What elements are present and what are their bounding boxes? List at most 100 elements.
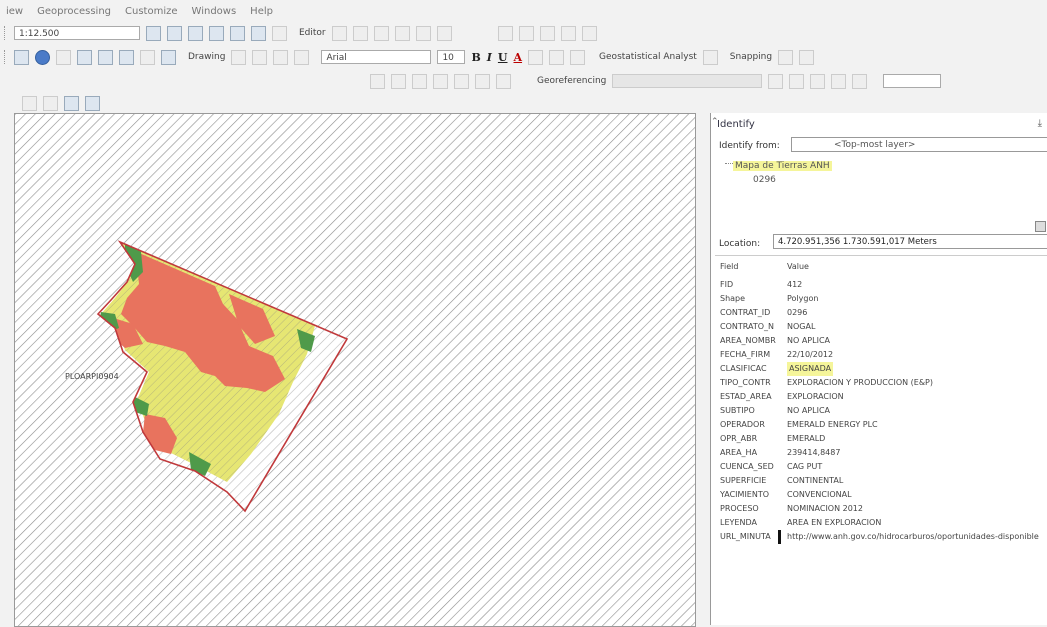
search-combo[interactable]	[883, 74, 942, 88]
bold-button[interactable]: B	[471, 51, 480, 64]
point-snapping-icon[interactable]	[778, 49, 794, 65]
table-row[interactable]: SUPERFICIE CONTINENTAL	[715, 474, 1047, 488]
table-row[interactable]: PROCESO NOMINACION 2012	[715, 502, 1047, 516]
rotate-icon[interactable]	[252, 49, 268, 65]
identify-icon[interactable]	[35, 49, 50, 65]
find-icon[interactable]	[56, 49, 71, 65]
table-row[interactable]: AREA_HA 239414,8487	[715, 446, 1047, 460]
drawing-menu[interactable]: Drawing	[188, 52, 225, 62]
table-row[interactable]: CONTRAT_ID 0296	[715, 306, 1047, 320]
table-row[interactable]: AREA_NOMBR NO APLICA	[715, 334, 1047, 348]
table-row[interactable]: CONTRATO_N NOGAL	[715, 320, 1047, 334]
pin-icon[interactable]: ⤓	[1038, 118, 1042, 129]
menu-geoprocessing[interactable]: Geoprocessing	[37, 6, 111, 17]
end-snapping-icon[interactable]	[799, 49, 815, 65]
tree-feature-node[interactable]: 0296	[753, 175, 776, 185]
geostatistical-analyst-menu[interactable]: Geostatistical Analyst	[599, 52, 697, 62]
font-color-button[interactable]: A	[514, 51, 523, 64]
table-row[interactable]: ESTAD_AREA EXPLORACION	[715, 390, 1047, 404]
table-row[interactable]: FID 412	[715, 278, 1047, 292]
measure-icon[interactable]	[98, 49, 113, 65]
reshape-icon[interactable]	[394, 25, 410, 41]
georeferencing-menu[interactable]: Georeferencing	[537, 76, 606, 86]
table-row[interactable]: YACIMIENTO CONVENCIONAL	[715, 488, 1047, 502]
fill-color-icon[interactable]	[528, 49, 544, 65]
page-zoom-in-icon[interactable]	[22, 95, 37, 111]
select-features-icon[interactable]	[475, 73, 490, 89]
font-name-combo[interactable]: Arial	[321, 50, 432, 64]
table-row[interactable]: TIPO_CONTR EXPLORACION Y PRODUCCION (E&P)	[715, 376, 1047, 390]
table-row[interactable]: CUENCA_SED CAG PUT	[715, 460, 1047, 474]
table-row[interactable]: OPERADOR EMERALD ENERGY PLC	[715, 418, 1047, 432]
map-view[interactable]: PLOARPI0904	[14, 113, 696, 627]
attributes-icon[interactable]	[415, 25, 431, 41]
table-row[interactable]: FECHA_FIRM 22/10/2012	[715, 348, 1047, 362]
copy-location-button[interactable]	[1035, 221, 1046, 232]
pan-icon[interactable]	[14, 49, 29, 65]
model-builder-icon[interactable]	[272, 25, 287, 41]
field-value-link[interactable]: http://www.anh.gov.co/hidrocarburos/opor…	[787, 530, 1039, 544]
table-row[interactable]: LEYENDA AREA EN EXPLORACION	[715, 516, 1047, 530]
identify-from-dropdown[interactable]: <Top-most layer>	[791, 137, 1047, 152]
table-row[interactable]: SUBTIPO NO APLICA	[715, 404, 1047, 418]
italic-button[interactable]: I	[487, 51, 492, 64]
editor-menu[interactable]: Editor	[299, 28, 326, 38]
line-color-icon[interactable]	[549, 49, 565, 65]
table-row[interactable]: OPR_ABR EMERALD	[715, 432, 1047, 446]
snapping-menu[interactable]: Snapping	[730, 52, 772, 62]
georeferencing-layer-combo[interactable]	[612, 74, 763, 88]
time-slider-icon[interactable]	[161, 49, 176, 65]
map-canvas[interactable]: PLOARPI0904	[15, 114, 695, 626]
table-row[interactable]: CLASIFICAC ASIGNADA	[715, 362, 1047, 376]
shift-raster-icon[interactable]	[831, 73, 847, 89]
clear-selection-icon[interactable]	[496, 73, 511, 89]
select-elements-icon[interactable]	[231, 49, 247, 65]
sketch-tool-icon[interactable]	[352, 25, 368, 41]
search-window-icon[interactable]	[209, 25, 224, 41]
previous-extent-icon[interactable]	[433, 73, 448, 89]
next-extent-icon[interactable]	[454, 73, 469, 89]
catalog-icon[interactable]	[188, 25, 203, 41]
map-scale-combo[interactable]: 1:12.500	[14, 26, 140, 40]
scale-raster-icon[interactable]	[852, 73, 868, 89]
table-row[interactable]: URL_MINUTA http://www.anh.gov.co/hidrocar…	[715, 530, 1047, 544]
snap-icon[interactable]	[560, 25, 576, 41]
menu-windows[interactable]: Windows	[192, 6, 237, 17]
map-tool-icon[interactable]	[146, 25, 161, 41]
full-extent-icon[interactable]	[412, 73, 427, 89]
tree-layer-node[interactable]: Mapa de Tierras ANH	[733, 161, 832, 171]
go-to-xy-icon[interactable]	[77, 49, 92, 65]
table-row[interactable]: Shape Polygon	[715, 292, 1047, 306]
page-zoom-out-icon[interactable]	[43, 95, 58, 111]
rotate-raster-icon[interactable]	[810, 73, 826, 89]
underline-button[interactable]: U	[498, 51, 508, 64]
page-pan-icon[interactable]	[64, 95, 79, 111]
rectangle-icon[interactable]	[273, 49, 289, 65]
new-text-icon[interactable]	[294, 49, 310, 65]
link-table-icon[interactable]	[789, 73, 805, 89]
edit-tool-icon[interactable]	[331, 25, 347, 41]
sketch-properties-icon[interactable]	[436, 25, 452, 41]
error-inspector-icon[interactable]	[539, 25, 555, 41]
toolbar-grip[interactable]	[4, 50, 8, 64]
zoom-in-icon[interactable]	[370, 73, 385, 89]
column-header-field[interactable]: Field	[720, 260, 784, 274]
hyperlink-icon[interactable]	[119, 49, 134, 65]
arctoolbox-icon[interactable]	[230, 25, 245, 41]
add-control-points-icon[interactable]	[768, 73, 784, 89]
trace-icon[interactable]	[581, 25, 597, 41]
html-popup-icon[interactable]	[140, 49, 155, 65]
zoom-out-icon[interactable]	[391, 73, 406, 89]
page-extent-icon[interactable]	[85, 95, 100, 111]
column-header-value[interactable]: Value	[787, 260, 809, 274]
location-field[interactable]: 4.720.951,356 1.730.591,017 Meters	[773, 234, 1047, 249]
geostatistical-wizard-icon[interactable]	[702, 49, 718, 65]
font-size-combo[interactable]: 10	[437, 50, 466, 64]
topology-icon[interactable]	[497, 25, 513, 41]
validate-icon[interactable]	[518, 25, 534, 41]
menu-help[interactable]: Help	[250, 6, 273, 17]
python-icon[interactable]	[251, 25, 266, 41]
toolbar-grip[interactable]	[4, 26, 8, 40]
table-icon[interactable]	[167, 25, 182, 41]
cut-polygon-icon[interactable]	[373, 25, 389, 41]
